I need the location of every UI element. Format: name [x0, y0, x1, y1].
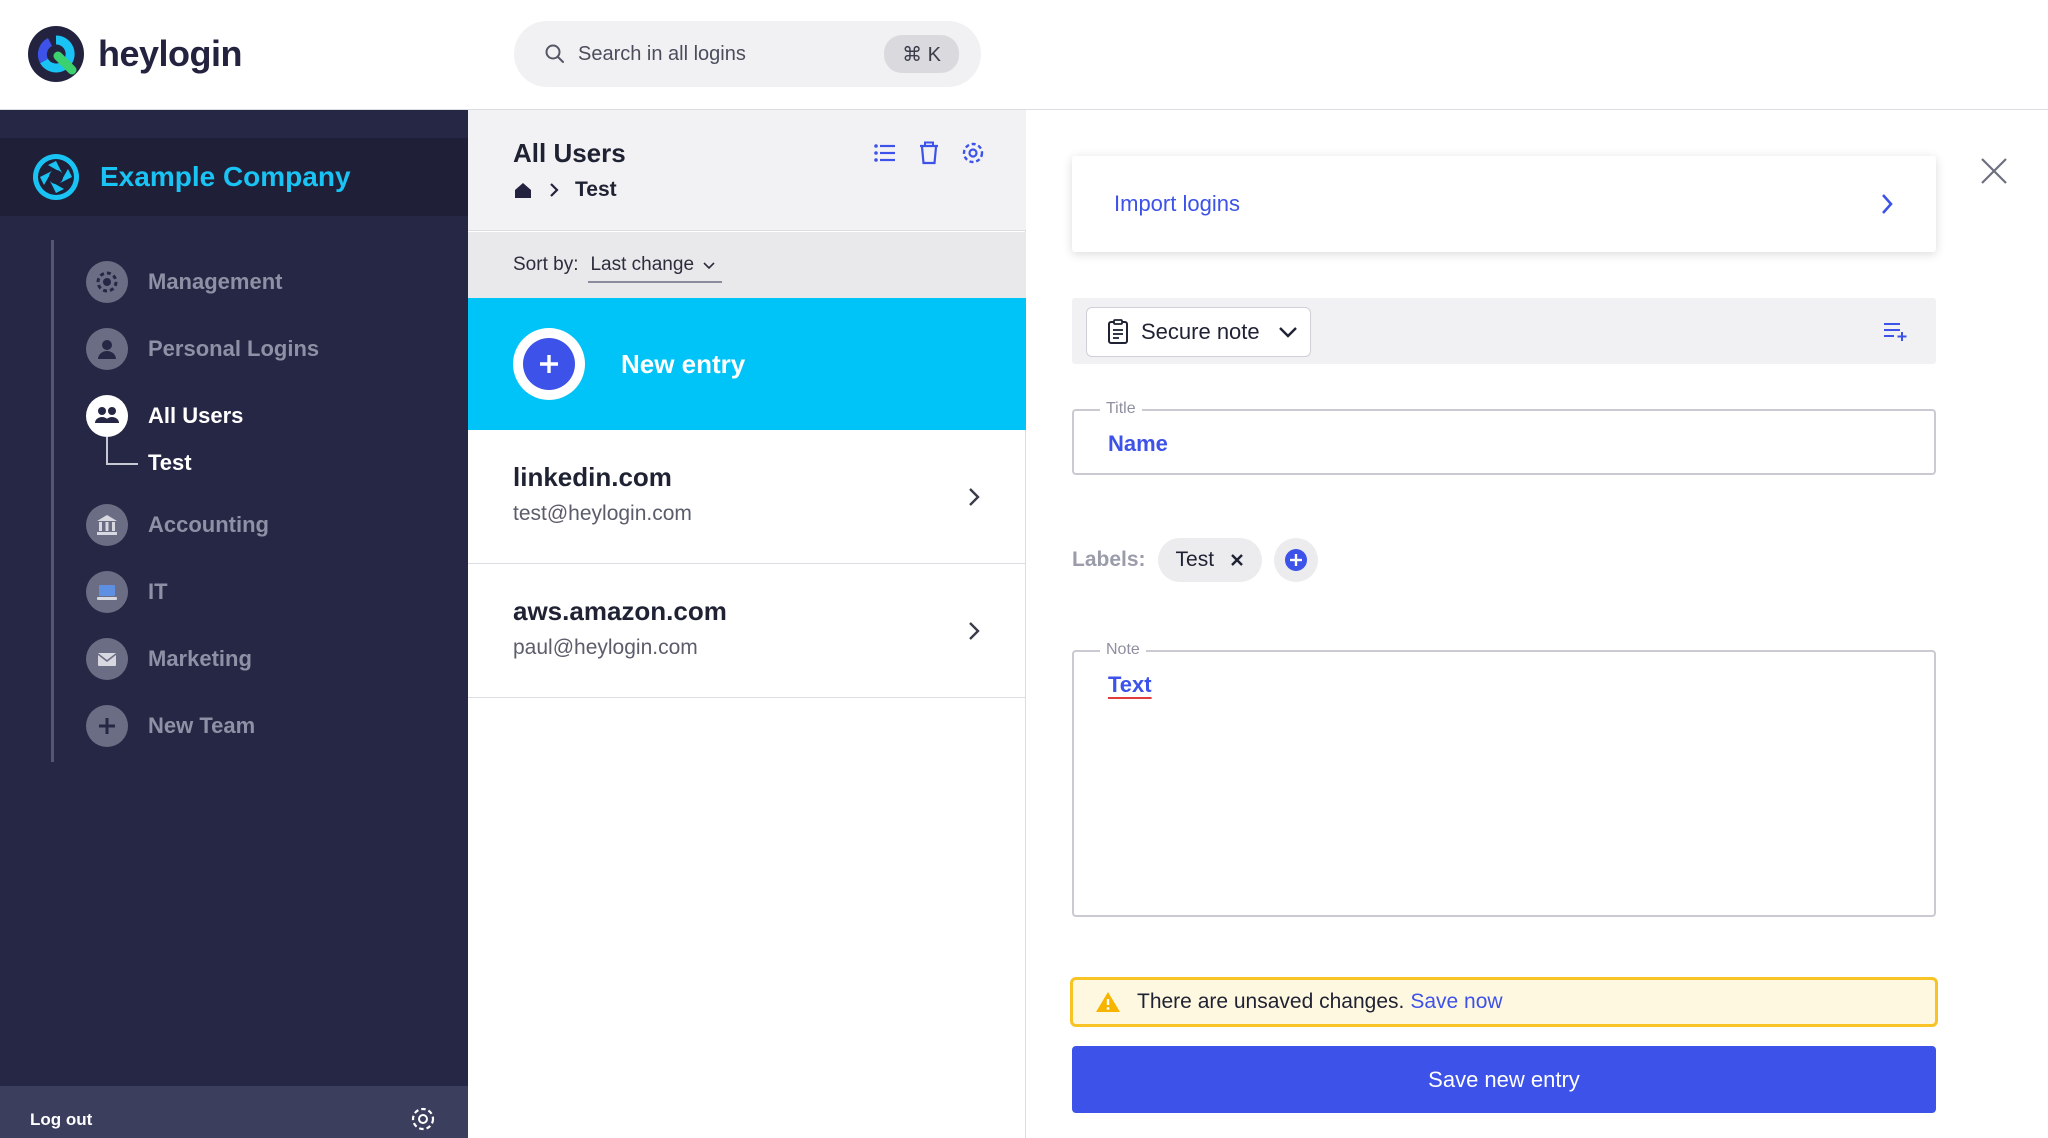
settings-gear-icon[interactable]: [408, 1104, 438, 1134]
laptop-icon: [86, 570, 128, 613]
title-input[interactable]: Name: [1108, 431, 1168, 457]
chevron-right-icon: [1882, 194, 1893, 214]
add-field-icon[interactable]: [1882, 320, 1908, 342]
sidebar-item-label: Management: [148, 268, 283, 294]
logout-button[interactable]: Log out: [30, 1094, 92, 1130]
list-item[interactable]: aws.amazon.com paul@heylogin.com: [468, 564, 1026, 698]
sidebar-item-personal-logins[interactable]: Personal Logins: [86, 315, 456, 382]
labels-row: Labels: Test: [1072, 538, 1319, 582]
warning-icon: [1096, 992, 1120, 1012]
close-icon[interactable]: [1977, 154, 2011, 188]
new-entry-label: New entry: [621, 348, 746, 379]
note-textarea[interactable]: Text: [1108, 672, 1152, 698]
sort-bar: Sort by: Last change: [468, 232, 1026, 298]
sidebar-nav: Management Personal Logins All Users Tes…: [86, 248, 456, 759]
list-header: All Users Test: [468, 110, 1026, 231]
users-icon: [86, 394, 128, 437]
entry-editor-panel: Import logins Secure note Title Name Lab…: [1027, 110, 2048, 1138]
search-bar[interactable]: Search in all logins ⌘ K: [514, 21, 981, 87]
label-chip-text: Test: [1175, 548, 1215, 571]
home-icon[interactable]: [513, 180, 533, 200]
sidebar-item-label: IT: [148, 578, 168, 604]
entry-title: linkedin.com: [513, 462, 672, 492]
list-item[interactable]: linkedin.com test@heylogin.com: [468, 430, 1026, 564]
sidebar-item-all-users[interactable]: All Users: [86, 382, 456, 449]
search-icon: [545, 44, 564, 63]
search-shortcut-badge: ⌘ K: [884, 35, 959, 73]
sidebar-item-label: Marketing: [148, 645, 252, 671]
warning-text: There are unsaved changes.: [1137, 990, 1405, 1013]
tree-elbow: [106, 437, 138, 465]
envelope-icon: [86, 637, 128, 680]
chevron-down-icon: [1278, 327, 1297, 338]
note-field[interactable]: Note Text: [1072, 641, 1936, 917]
sidebar-item-label: New Team: [148, 712, 256, 738]
entry-username: paul@heylogin.com: [513, 636, 698, 659]
sidebar-item-label: Accounting: [148, 511, 269, 537]
import-logins-card[interactable]: Import logins: [1072, 156, 1936, 252]
list-view-icon[interactable]: [872, 140, 898, 166]
sidebar-item-new-team[interactable]: New Team: [86, 692, 456, 759]
sidebar-footer: Log out: [0, 1086, 468, 1138]
tree-line: [51, 240, 54, 762]
plus-circle-icon: [1285, 549, 1308, 571]
entry-username: test@heylogin.com: [513, 502, 692, 525]
search-input[interactable]: Search in all logins: [578, 43, 884, 66]
top-bar: heylogin Search in all logins ⌘ K: [0, 0, 2048, 110]
company-name: Example Company: [100, 161, 351, 192]
app-logo[interactable]: heylogin: [28, 26, 243, 82]
label-chip[interactable]: Test: [1157, 538, 1263, 582]
breadcrumb: Test: [513, 178, 617, 202]
new-entry-icon: [513, 328, 585, 400]
page-title: All Users: [513, 138, 626, 168]
sort-value: Last change: [590, 253, 695, 275]
person-icon: [86, 327, 128, 370]
sort-label: Sort by:: [513, 254, 579, 275]
entry-list-panel: All Users Test Sort by: Last change New …: [468, 110, 1026, 1138]
chevron-right-icon: [969, 622, 980, 640]
list-actions: [872, 140, 986, 166]
company-logo-icon: [33, 154, 79, 200]
breadcrumb-current[interactable]: Test: [575, 178, 617, 202]
entry-title: aws.amazon.com: [513, 596, 727, 626]
labels-title: Labels:: [1072, 548, 1146, 571]
remove-label-icon[interactable]: [1230, 553, 1244, 567]
sidebar-item-accounting[interactable]: Accounting: [86, 491, 456, 558]
gear-icon: [86, 260, 128, 303]
company-switcher[interactable]: Example Company: [0, 138, 468, 216]
unsaved-changes-banner: There are unsaved changes. Save now: [1070, 977, 1938, 1027]
note-field-legend: Note: [1100, 641, 1146, 659]
sidebar-subitem-test[interactable]: Test: [86, 437, 456, 485]
add-label-button[interactable]: [1274, 538, 1319, 582]
plus-icon: [86, 704, 128, 747]
sidebar-item-marketing[interactable]: Marketing: [86, 625, 456, 692]
new-entry-button[interactable]: New entry: [468, 298, 1026, 430]
import-logins-label: Import logins: [1114, 191, 1240, 216]
brand-name: heylogin: [98, 33, 243, 74]
save-now-link[interactable]: Save now: [1410, 990, 1502, 1014]
sidebar: Example Company Management Personal Logi…: [0, 110, 468, 1138]
settings-icon[interactable]: [960, 140, 986, 166]
sort-dropdown[interactable]: Last change: [588, 253, 723, 283]
sidebar-item-management[interactable]: Management: [86, 248, 456, 315]
heylogin-logo-icon: [28, 26, 84, 82]
sidebar-item-it[interactable]: IT: [86, 558, 456, 625]
note-icon: [1108, 319, 1128, 344]
chevron-down-icon: [703, 261, 715, 269]
bank-icon: [86, 503, 128, 546]
title-field-legend: Title: [1100, 400, 1142, 418]
sidebar-item-label: All Users: [148, 402, 244, 428]
entry-type-label: Secure note: [1141, 319, 1260, 344]
trash-icon[interactable]: [916, 140, 942, 166]
chevron-right-icon: [550, 183, 559, 197]
chevron-right-icon: [969, 488, 980, 506]
title-field[interactable]: Title Name: [1072, 400, 1936, 475]
save-new-entry-button[interactable]: Save new entry: [1072, 1046, 1936, 1113]
sidebar-item-label: Personal Logins: [148, 335, 320, 361]
entry-type-dropdown[interactable]: Secure note: [1086, 307, 1311, 357]
sidebar-subitem-label: Test: [148, 450, 192, 475]
entry-type-bar: Secure note: [1072, 298, 1936, 364]
